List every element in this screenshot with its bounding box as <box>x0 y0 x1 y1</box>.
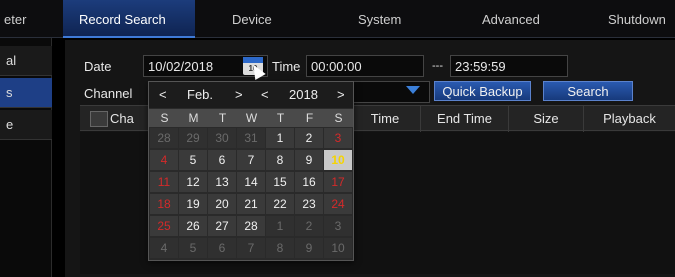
col-size: Size <box>508 106 583 132</box>
calendar-day[interactable]: 2 <box>295 216 323 236</box>
calendar-day[interactable]: 3 <box>324 128 352 148</box>
time-separator: --- <box>432 60 443 72</box>
calendar-day[interactable]: 28 <box>237 216 265 236</box>
weekday-label: S <box>160 111 169 125</box>
calendar-day[interactable]: 29 <box>179 128 207 148</box>
calendar-day[interactable]: 22 <box>266 194 294 214</box>
tab-shutdown[interactable]: Shutdown <box>608 0 675 38</box>
calendar-day[interactable]: 11 <box>150 172 178 192</box>
weekday-label: F <box>305 111 314 125</box>
calendar-day[interactable]: 26 <box>179 216 207 236</box>
calendar-day[interactable]: 20 <box>208 194 236 214</box>
tab-parameter[interactable]: eter <box>0 0 62 38</box>
tab-record-search[interactable]: Record Search <box>63 0 195 38</box>
calendar-day[interactable]: 5 <box>179 238 207 258</box>
calendar-day[interactable]: 12 <box>179 172 207 192</box>
col-start-time: Time <box>370 111 400 126</box>
top-tab-bar: eter Record Search Device System Advance… <box>0 0 675 38</box>
calendar-day[interactable]: 7 <box>237 238 265 258</box>
calendar-day[interactable]: 1 <box>266 128 294 148</box>
calendar-day[interactable]: 6 <box>208 150 236 170</box>
year-label: 2018 <box>289 87 318 102</box>
search-button[interactable]: Search <box>543 81 633 101</box>
weekday-label: T <box>276 111 285 125</box>
quick-backup-button[interactable]: Quick Backup <box>434 81 531 101</box>
calendar-day[interactable]: 24 <box>324 194 352 214</box>
calendar-day[interactable]: 18 <box>150 194 178 214</box>
calendar-day[interactable]: 17 <box>324 172 352 192</box>
calendar-day[interactable]: 1 <box>266 216 294 236</box>
calendar-day[interactable]: 19 <box>179 194 207 214</box>
channel-label: Channel <box>84 86 133 101</box>
calendar-day[interactable]: 28 <box>150 128 178 148</box>
calendar-day[interactable]: 16 <box>295 172 323 192</box>
tab-advanced[interactable]: Advanced <box>482 0 572 38</box>
calendar-day[interactable]: 30 <box>208 128 236 148</box>
prev-year-button[interactable]: < <box>261 82 269 108</box>
calendar-day[interactable]: 25 <box>150 216 178 236</box>
sidebar-item-other[interactable]: e <box>0 110 52 140</box>
calendar-day[interactable]: 5 <box>179 150 207 170</box>
start-time-field[interactable]: 00:00:00 <box>306 55 424 77</box>
date-picker-header: < Feb. > < 2018 > <box>149 82 353 108</box>
calendar-day[interactable]: 14 <box>237 172 265 192</box>
next-year-button[interactable]: > <box>337 82 345 108</box>
sidebar-item-search[interactable]: s <box>0 78 52 108</box>
date-label: Date <box>84 59 112 74</box>
calendar-day[interactable]: 8 <box>266 150 294 170</box>
calendar-day[interactable]: 21 <box>237 194 265 214</box>
col-playback: Playback <box>583 106 675 132</box>
calendar-day[interactable]: 31 <box>237 128 265 148</box>
col-channel: Cha <box>110 111 134 126</box>
weekday-label: T <box>218 111 227 125</box>
weekday-label: W <box>245 111 258 125</box>
calendar-day[interactable]: 9 <box>295 238 323 258</box>
calendar-day[interactable]: 27 <box>208 216 236 236</box>
calendar-day[interactable]: 2 <box>295 128 323 148</box>
calendar-day[interactable]: 13 <box>208 172 236 192</box>
calendar-day[interactable]: 15 <box>266 172 294 192</box>
sidebar: al s e <box>0 38 52 277</box>
sidebar-item-normal[interactable]: al <box>0 46 52 76</box>
calendar-day[interactable]: 3 <box>324 216 352 236</box>
calendar-day[interactable]: 9 <box>295 150 323 170</box>
calendar-day[interactable]: 6 <box>208 238 236 258</box>
weekday-label: M <box>188 111 199 125</box>
calendar-day[interactable]: 4 <box>150 150 178 170</box>
tab-system[interactable]: System <box>358 0 448 38</box>
month-label: Feb. <box>187 87 214 102</box>
calendar-day[interactable]: 23 <box>295 194 323 214</box>
tab-device[interactable]: Device <box>232 0 322 38</box>
calendar-day[interactable]: 8 <box>266 238 294 258</box>
date-picker-popup: < Feb. > < 2018 > SMTWTFS 28 29 30 31 1 2 3 4 5 6… <box>148 81 354 261</box>
col-end-time: End Time <box>420 106 508 132</box>
weekday-label: S <box>334 111 343 125</box>
calendar-day[interactable]: 7 <box>237 150 265 170</box>
select-all-checkbox[interactable] <box>90 111 108 127</box>
weekday-header: SMTWTFS <box>149 109 353 127</box>
calendar-day[interactable]: 4 <box>150 238 178 258</box>
end-time-field[interactable]: 23:59:59 <box>450 55 568 77</box>
calendar-day[interactable]: 10 <box>324 150 352 170</box>
chevron-down-icon[interactable] <box>406 86 420 94</box>
calendar-day[interactable]: 10 <box>324 238 352 258</box>
prev-month-button[interactable]: < <box>159 82 167 108</box>
time-label: Time <box>272 59 301 74</box>
next-month-button[interactable]: > <box>235 82 243 108</box>
